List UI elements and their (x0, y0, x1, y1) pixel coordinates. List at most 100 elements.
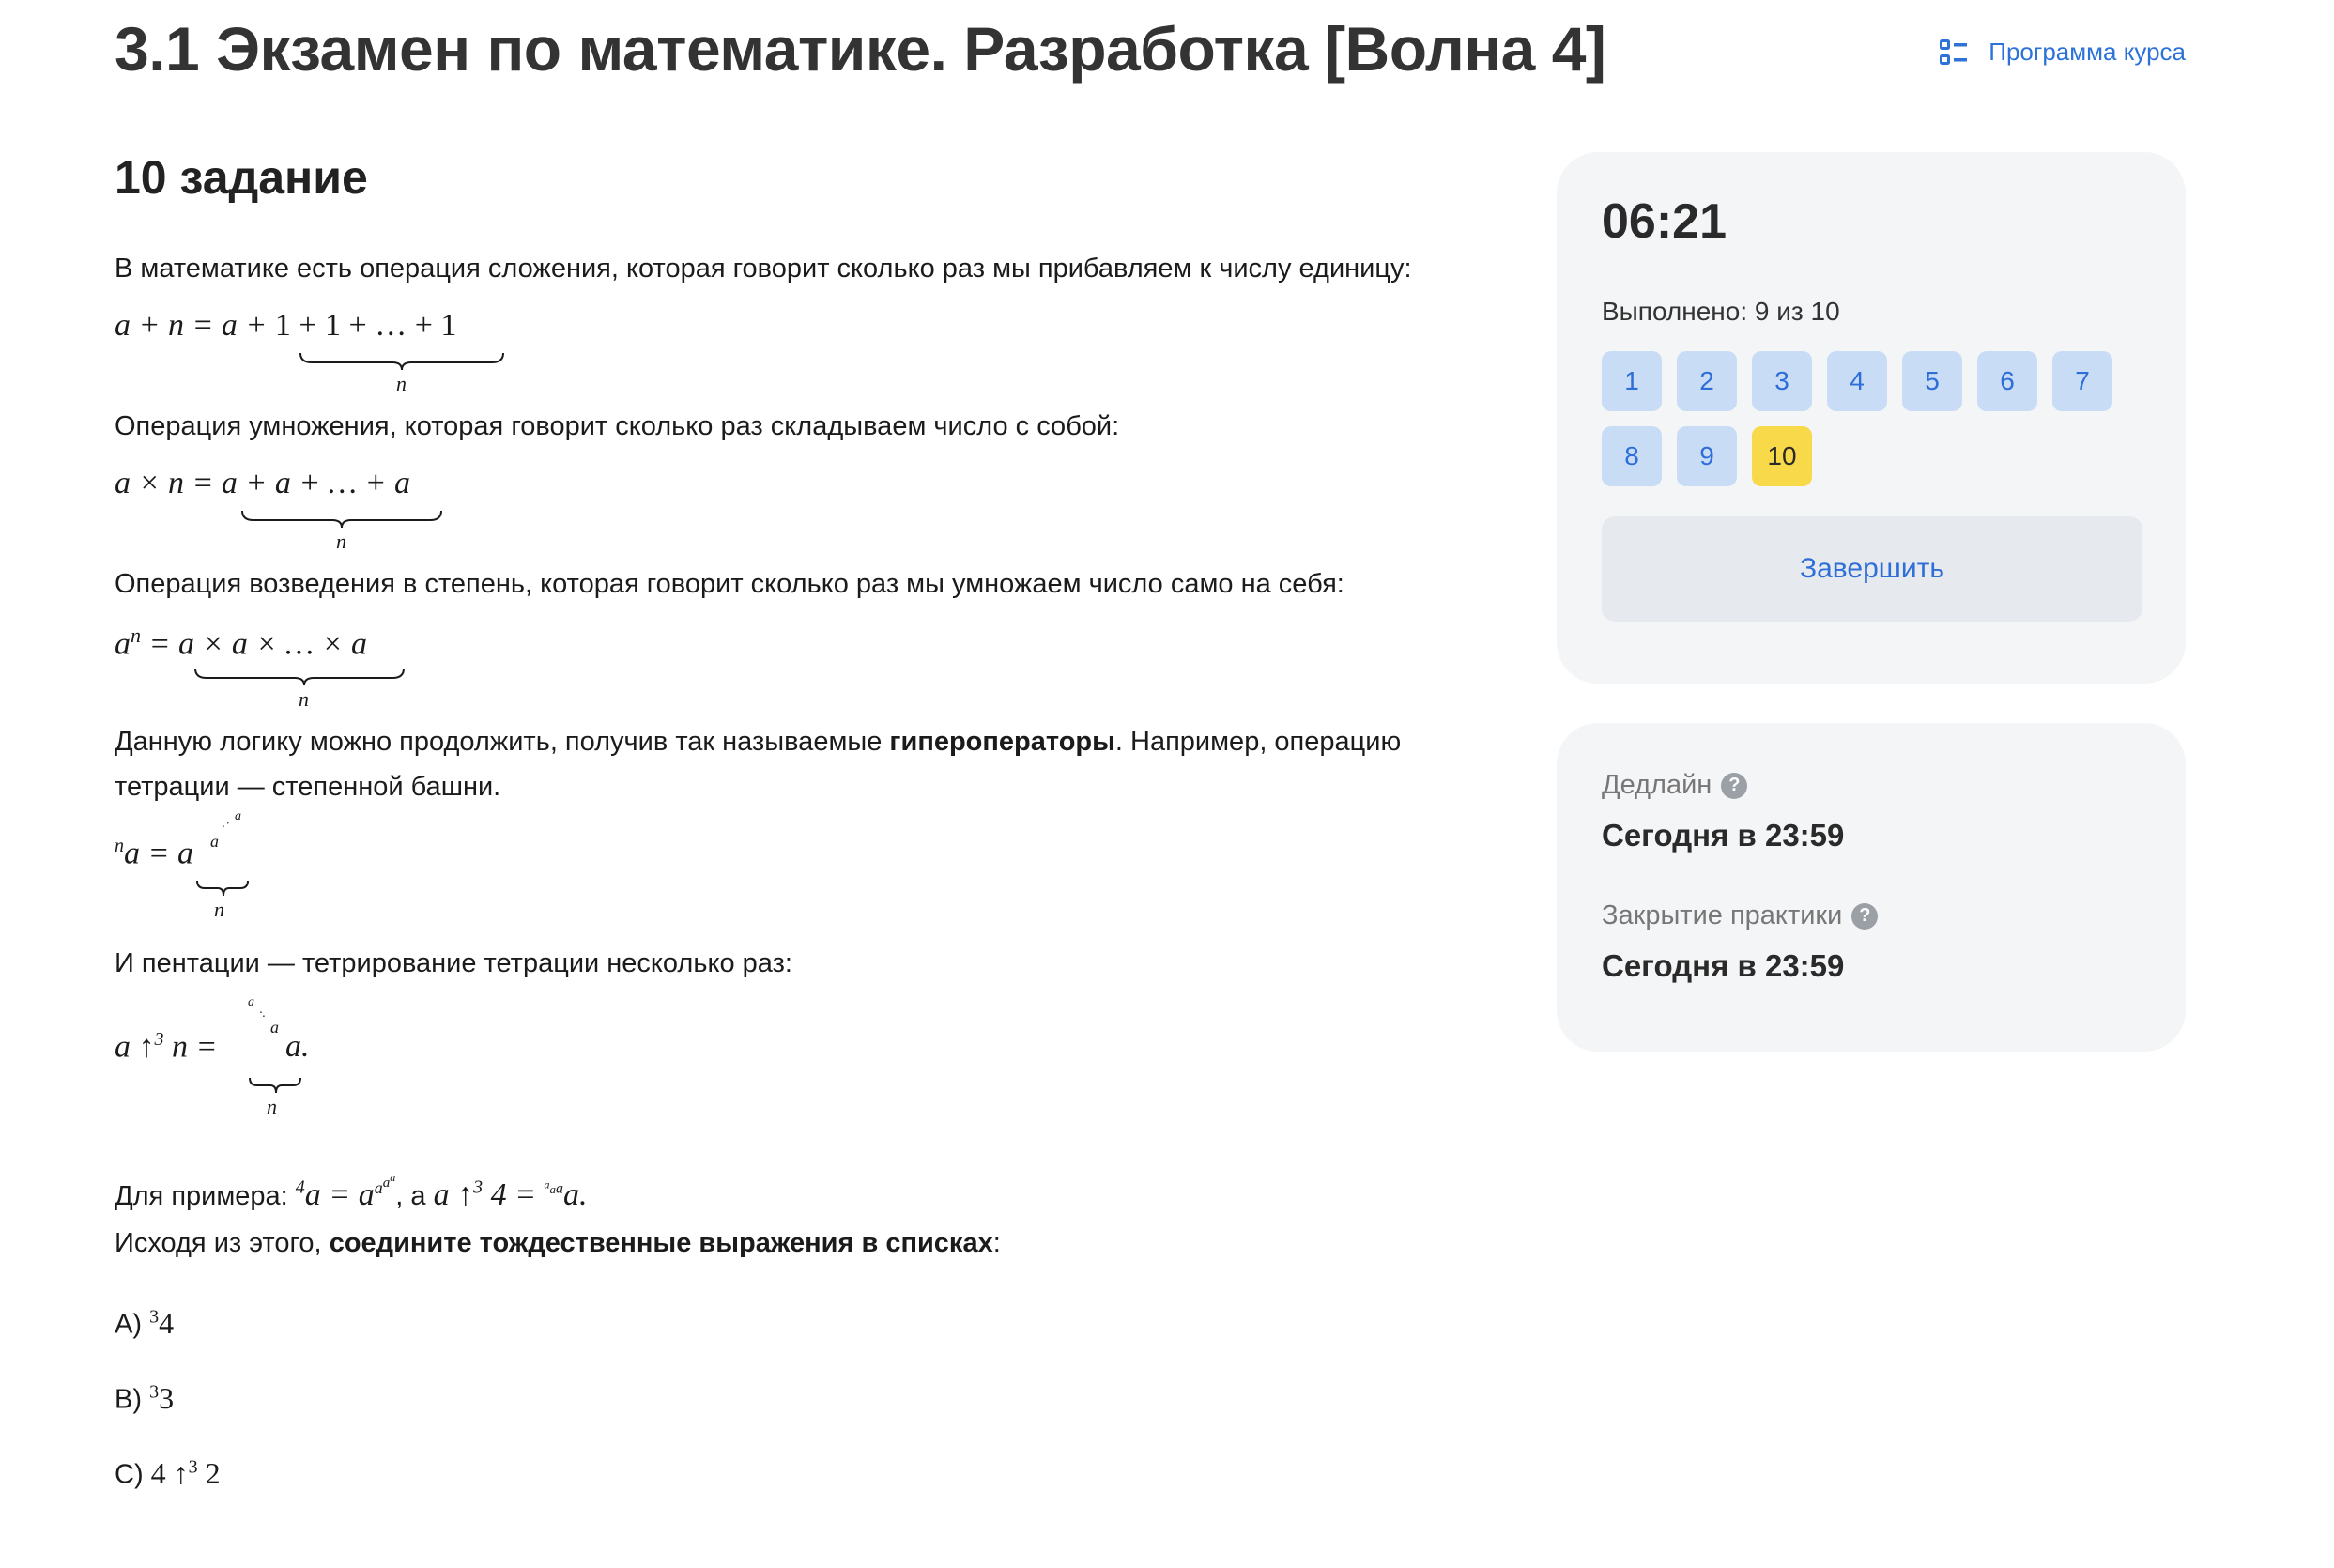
question-circle-icon[interactable]: ? (1851, 902, 1879, 930)
pentation-tower-top: a (248, 995, 254, 1009)
example1-expr: a = a (304, 1177, 375, 1213)
underbrace-exponentiation (194, 668, 405, 686)
pentation-mid: n = (163, 1029, 218, 1065)
formula-addition-under: 1 + 1 + … + 1 (274, 308, 457, 343)
question-button-10[interactable]: 10 (1752, 426, 1812, 486)
question-button-2[interactable]: 2 (1677, 351, 1737, 411)
example2-sup: 3 (473, 1177, 484, 1198)
closing-value: Сегодня в 23:59 (1602, 948, 1845, 983)
pentation-tower-1: a (270, 1018, 279, 1037)
answer-item-a: A) 34 (115, 1294, 1485, 1369)
paragraph-exponentiation: Операция возведения в степень, которая г… (115, 569, 1344, 599)
paragraph-addition: В математике есть операция сложения, кот… (115, 254, 1412, 284)
tetration-tower-top: a (235, 809, 241, 823)
underbrace-exponentiation-label: n (299, 687, 309, 711)
example2-tower-3: a (556, 1181, 564, 1197)
instruction-bold: соедините тождественные выражения в спис… (329, 1228, 993, 1258)
formula-addition-lhs: a + n = a + (115, 308, 275, 343)
page-title: 3.1 Экзамен по математике. Разработка [В… (115, 14, 1606, 84)
task-title: 10 задание (115, 151, 368, 204)
timer-card: 06:21 Выполнено: 9 из 10 1 2 3 4 5 6 7 8 9 10 Зав… (1557, 152, 2186, 684)
answer-item-c: C) 4 ↑3 2 (115, 1444, 1485, 1519)
tetration-pre-sup: n (115, 836, 124, 856)
paragraph-instruction: Исходя из этого, соедините тождественные… (115, 1221, 1485, 1266)
progress-text: Выполнено: 9 из 10 (1602, 297, 1840, 326)
example1-pre-sup: 4 (295, 1177, 305, 1198)
underbrace-multiplication-label: n (336, 530, 346, 553)
formula-exp-sup: n (131, 623, 141, 647)
example-mid: , а (395, 1181, 434, 1212)
example2-base: a. (563, 1177, 588, 1213)
answer-item-b: B) 33 (115, 1369, 1485, 1444)
formula-exp-under: a × a × … × a (177, 626, 368, 662)
hyperoperators-bold: гипероператоры (889, 727, 1115, 757)
tetration-lhs: a = (124, 836, 177, 871)
underbrace-pentation-label: n (267, 1095, 277, 1118)
pentation-tower-dots: ·. (259, 1007, 266, 1021)
example1-tower-1: a (374, 1178, 383, 1197)
underbrace-pentation (249, 1077, 301, 1094)
formula-multiplication-lhs: a × n = (115, 466, 222, 500)
hyperoperators-text-before: Данную логику можно продолжить, получив … (115, 727, 890, 757)
paragraph-multiplication: Операция умножения, которая говорит скол… (115, 411, 1120, 441)
question-button-1[interactable]: 1 (1602, 351, 1662, 411)
tetration-tower-base: a (177, 836, 193, 871)
example2-mid: 4 = (483, 1177, 545, 1213)
question-button-3[interactable]: 3 (1752, 351, 1812, 411)
closing-label-row: Закрытие практики ? (1602, 900, 2141, 931)
question-button-9[interactable]: 9 (1677, 426, 1737, 486)
question-button-8[interactable]: 8 (1602, 426, 1662, 486)
answer-c-sup: 3 (188, 1456, 198, 1477)
finish-button[interactable]: Завершить (1602, 516, 2142, 622)
answer-c-right: 2 (205, 1455, 221, 1490)
formula-tetration: na = a a ·˙ a n (115, 809, 1485, 941)
list-checklist-icon (1940, 38, 1968, 65)
example-prefix: Для примера: (115, 1181, 296, 1212)
example2-lhs: a ↑ (433, 1177, 474, 1213)
formula-exp-eq: = (141, 626, 178, 662)
formula-pentation: a ↑3 n = a. a ·. a n (115, 986, 1485, 1136)
paragraph-pentation: И пентации — тетрирование тетрации неско… (115, 948, 792, 978)
program-link[interactable]: Программа курса (1940, 38, 2186, 67)
question-button-7[interactable]: 7 (2052, 351, 2112, 411)
answer-b-sup: 3 (149, 1381, 160, 1402)
question-circle-icon[interactable]: ? (1721, 772, 1748, 799)
answer-a-sup: 3 (149, 1306, 160, 1327)
answer-a-label: A) (115, 1309, 142, 1340)
deadline-value: Сегодня в 23:59 (1602, 818, 1845, 853)
task-content: 10 задание В математике есть операция сл… (115, 150, 1485, 1519)
underbrace-multiplication (241, 510, 442, 529)
pentation-tower-base: a. (285, 1029, 310, 1064)
deadline-label-row: Дедлайн ? (1602, 770, 2141, 801)
answer-a-base: 4 (159, 1305, 175, 1340)
closing-label: Закрытие практики (1602, 900, 1843, 930)
instruction-after: : (992, 1228, 1001, 1258)
formula-exp-base: a (115, 626, 131, 662)
program-link-label: Программа курса (1989, 38, 2186, 66)
tetration-tower-1: a (210, 832, 219, 851)
answer-c-left: 4 ↑ (150, 1455, 189, 1490)
timer: 06:21 (1602, 194, 1727, 249)
question-button-6[interactable]: 6 (1977, 351, 2037, 411)
formula-multiplication-under: a + a + … + a (221, 466, 410, 500)
question-button-5[interactable]: 5 (1902, 351, 1962, 411)
underbrace-addition-label: n (396, 372, 407, 395)
instruction-before: Исходя из этого, (115, 1228, 330, 1258)
answer-b-label: B) (115, 1384, 142, 1415)
paragraph-example: Для примера: 4a = aaaa, а a ↑3 4 = aaaa. (115, 1136, 1485, 1221)
formula-multiplication: a × n = a + a + … + a n (115, 449, 1485, 561)
answer-b-base: 3 (159, 1380, 175, 1415)
deadline-card: Дедлайн ? Сегодня в 23:59 Закрытие практ… (1557, 723, 2186, 1052)
underbrace-tetration (196, 880, 249, 897)
formula-addition: a + n = a + 1 + 1 + … + 1 n (115, 291, 1485, 404)
tetration-tower-dots: ·˙ (222, 821, 230, 835)
question-button-4[interactable]: 4 (1827, 351, 1887, 411)
question-navigation: 1 2 3 4 5 6 7 8 9 10 (1602, 351, 2127, 486)
answer-c-label: C) (115, 1459, 144, 1490)
underbrace-tetration-label: n (214, 898, 224, 921)
pentation-lhs: a ↑ (115, 1029, 155, 1065)
paragraph-hyperoperators: Данную логику можно продолжить, получив … (115, 719, 1485, 809)
deadline-label: Дедлайн (1602, 770, 1712, 800)
pentation-sup: 3 (154, 1029, 164, 1050)
formula-exponentiation: an = a × a × … × a n (115, 607, 1485, 719)
